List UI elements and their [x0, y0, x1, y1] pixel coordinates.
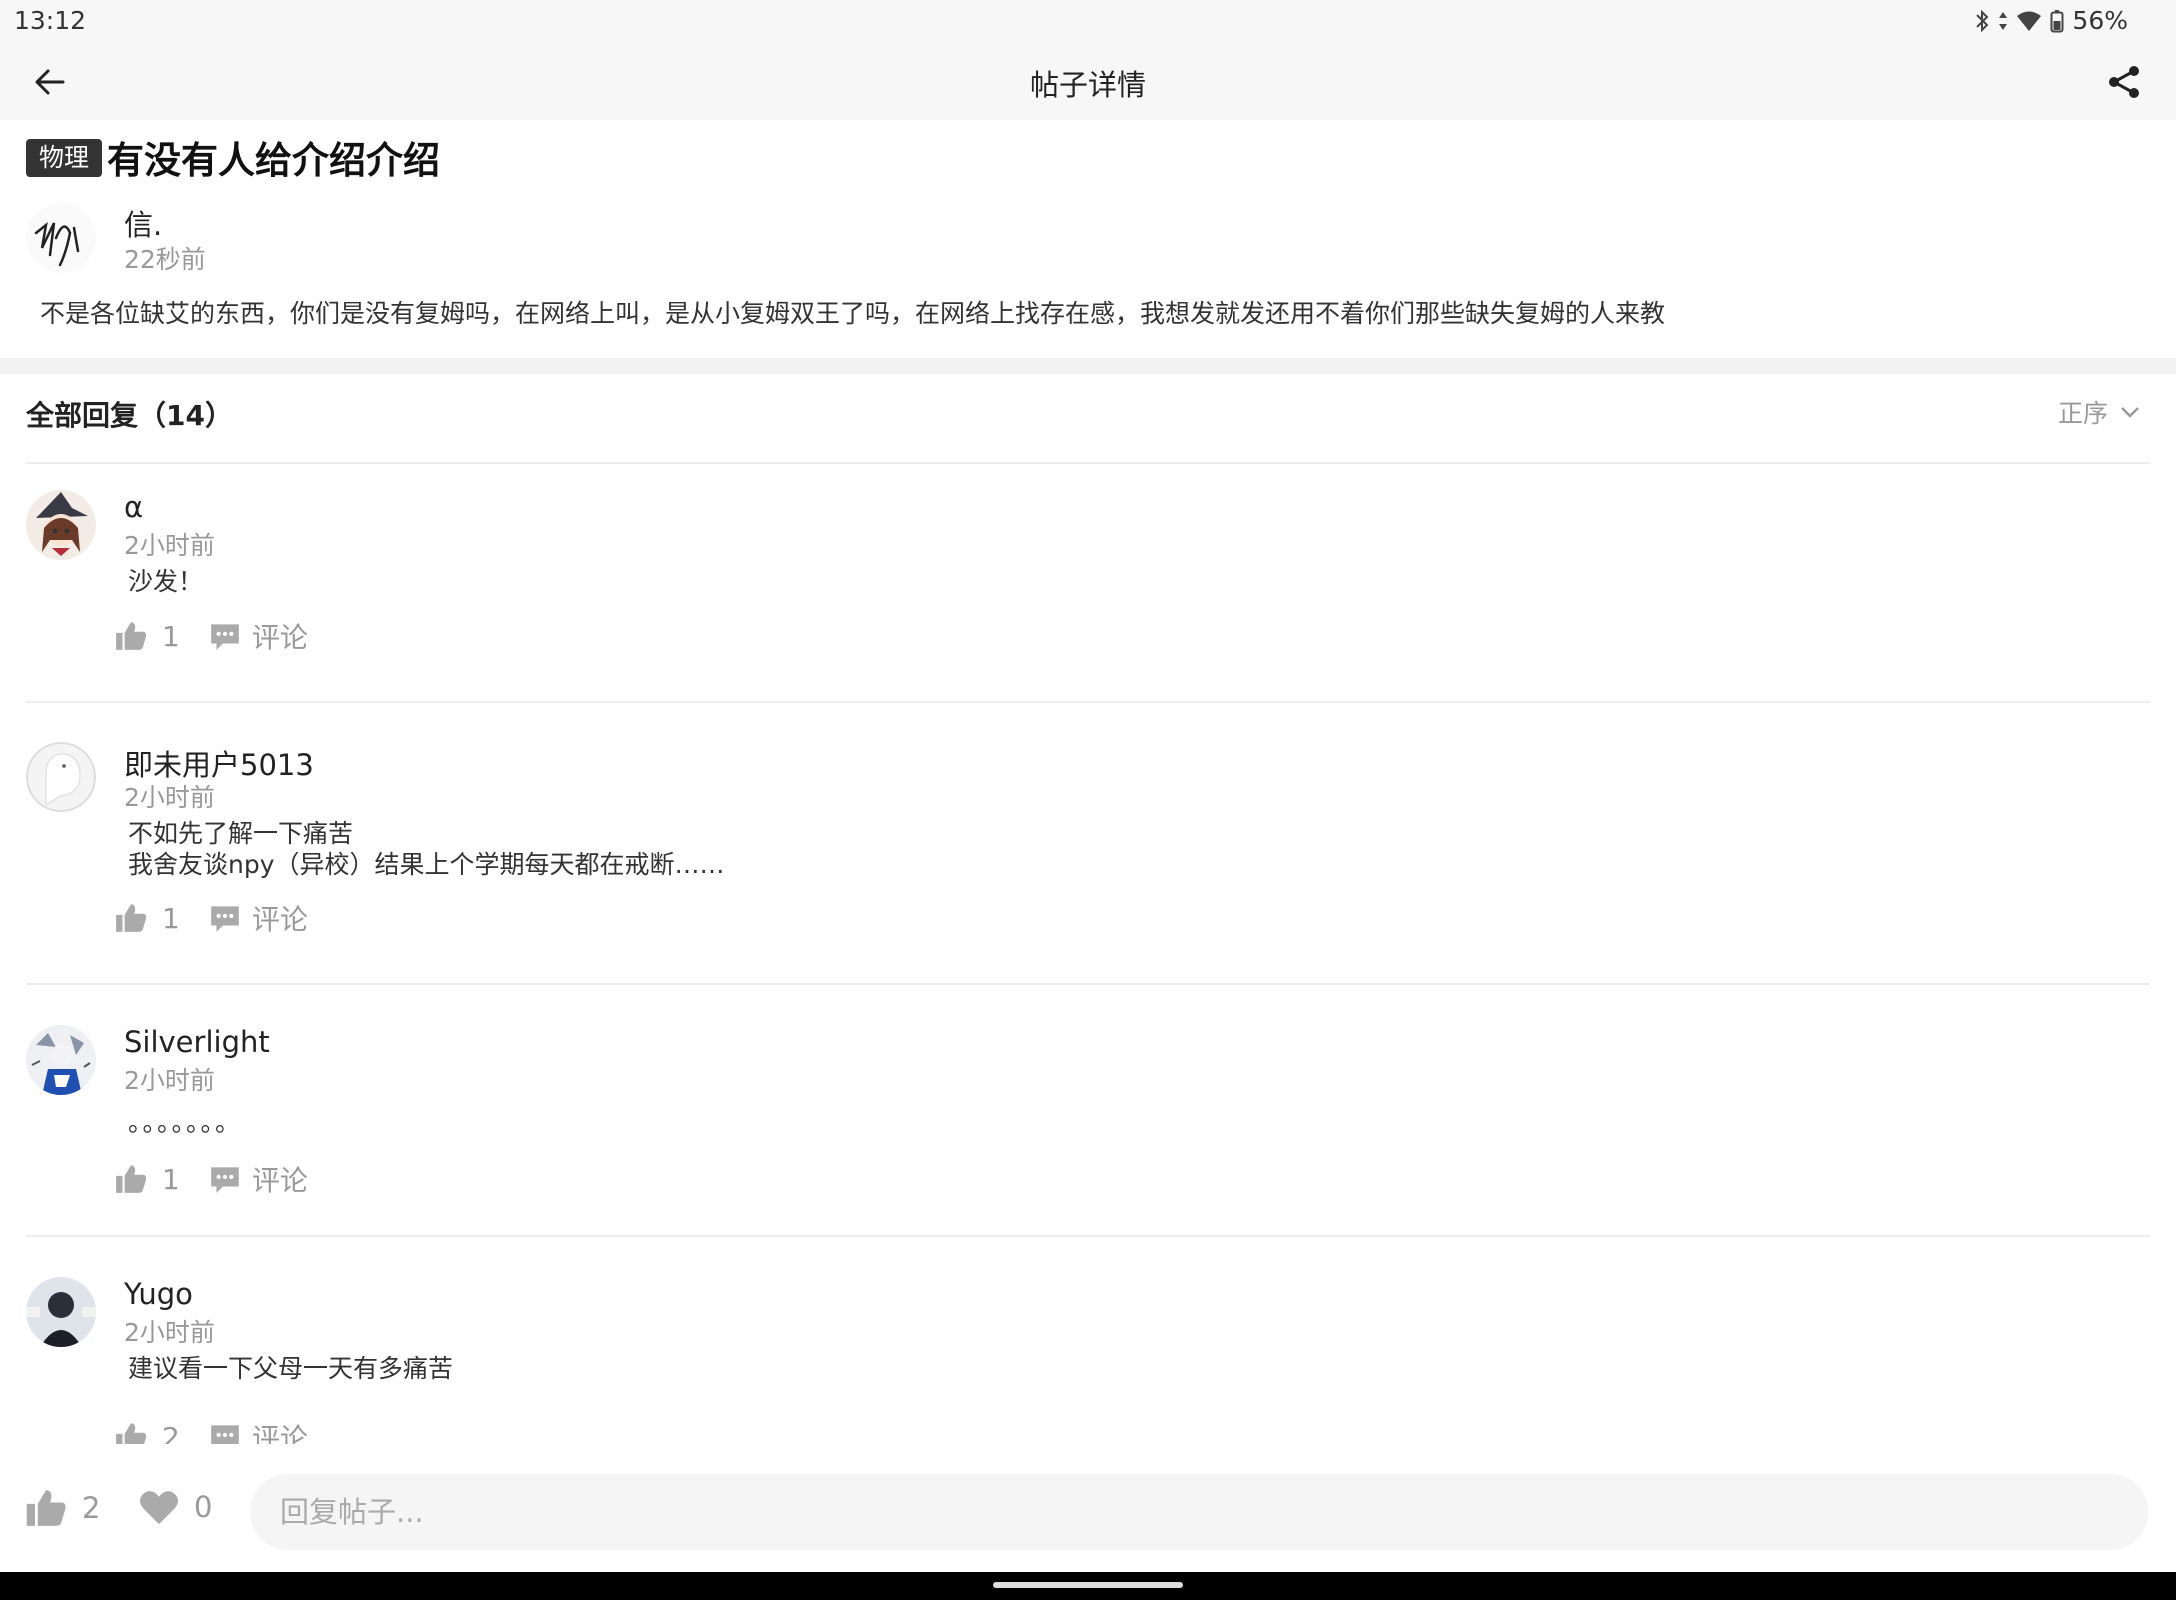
divider [26, 1235, 2150, 1237]
post-favorite-count: 0 [194, 1490, 213, 1524]
comment-label: 评论 [251, 903, 308, 936]
sort-label: 正序 [2057, 399, 2108, 428]
replies-title: 全部回复（14） [26, 399, 233, 432]
app-bar: 帖子详情 [0, 44, 2176, 120]
thumbs-up-icon [116, 1423, 147, 1444]
comment-button[interactable]: 评论 [208, 898, 308, 938]
avatar[interactable] [26, 1277, 96, 1347]
like-button[interactable]: 1 [114, 619, 180, 653]
home-handle[interactable] [993, 1582, 1183, 1588]
comment-icon [211, 1425, 239, 1444]
comment-label: 评论 [251, 1164, 308, 1197]
sort-button[interactable]: 正序 [2058, 394, 2140, 430]
data-arrows-icon [1998, 9, 2008, 33]
topic-tag[interactable]: 物理 [26, 139, 103, 177]
comment-button[interactable]: 评论 [208, 1159, 308, 1199]
post-favorite-button[interactable]: 0 [138, 1486, 212, 1528]
comment-label: 评论 [251, 1422, 308, 1444]
like-button[interactable]: 1 [114, 1162, 180, 1196]
like-count: 2 [162, 1420, 180, 1445]
comment-icon [211, 906, 239, 932]
reply-time: 2小时前 [124, 1318, 215, 1347]
reply-actions: 2 评论 [114, 1417, 308, 1444]
reply-body: 不如先了解一下痛苦 我舍友谈npy（异校）结果上个学期每天都在戒断…… [128, 819, 725, 879]
reply-body: 建议看一下父母一天有多痛苦 [128, 1354, 454, 1383]
reply-list[interactable]: α 2小时前 沙发！ 1 评论 即未用户5013 2小时前 不如先了解一下痛苦 … [0, 462, 2176, 1444]
divider [26, 462, 2150, 464]
battery-percent: 56% [2072, 6, 2128, 35]
battery-icon [2050, 9, 2064, 33]
reply-time: 2小时前 [124, 531, 215, 560]
reply-body: 沙发！ [128, 567, 204, 596]
post: 物理 有没有人给介绍介绍 信. 22秒前 不是各位缺艾的东西，你们是没有复姆吗，… [0, 120, 2176, 358]
replies-header: 全部回复（14） 正序 [0, 374, 2176, 462]
divider [26, 701, 2150, 703]
reply-actions: 1 评论 [114, 898, 308, 938]
thumbs-up-icon [26, 1490, 66, 1526]
system-nav-bar [0, 1572, 2176, 1600]
avatar[interactable] [26, 742, 96, 812]
bluetooth-icon [1974, 9, 1990, 33]
status-time: 13:12 [14, 6, 87, 35]
like-count: 1 [162, 619, 180, 653]
thumbs-up-icon [116, 622, 147, 650]
reply-actions: 1 评论 [114, 1159, 308, 1199]
heart-icon [139, 1491, 179, 1525]
page-title: 帖子详情 [1029, 68, 1146, 102]
reply-author[interactable]: Silverlight [124, 1025, 270, 1059]
comment-button[interactable]: 评论 [208, 1417, 308, 1444]
chevron-down-icon [2121, 407, 2139, 418]
like-count: 1 [162, 1162, 180, 1196]
comment-label: 评论 [251, 621, 308, 654]
reply-time: 2小时前 [124, 1066, 215, 1095]
reply-time: 2小时前 [124, 783, 215, 812]
avatar[interactable] [26, 1025, 96, 1095]
bottom-bar: 2 0 [0, 1444, 2176, 1572]
share-icon [2109, 66, 2139, 98]
thumbs-up-icon [116, 904, 147, 932]
author-avatar[interactable] [26, 203, 96, 273]
avatar[interactable] [26, 490, 96, 560]
wifi-icon [2016, 10, 2042, 32]
share-button[interactable] [2100, 58, 2148, 106]
reply-input[interactable] [250, 1474, 2148, 1550]
post-body: 不是各位缺艾的东西，你们是没有复姆吗，在网络上叫，是从小复姆双王了吗，在网络上找… [40, 299, 1666, 328]
comment-icon [211, 1167, 239, 1193]
post-time: 22秒前 [124, 245, 206, 274]
post-title: 有没有人给介绍介绍 [107, 139, 440, 182]
post-like-button[interactable]: 2 [24, 1486, 100, 1530]
comment-button[interactable]: 评论 [208, 616, 308, 656]
reply-actions: 1 评论 [114, 616, 308, 656]
post-like-count: 2 [82, 1491, 101, 1525]
reply-body: 。。。。。。。 [128, 1108, 243, 1137]
divider [26, 983, 2150, 985]
status-bar: 13:12 56% [0, 0, 2176, 44]
comment-icon [211, 624, 239, 650]
reply-author[interactable]: Yugo [124, 1277, 193, 1311]
like-count: 1 [162, 901, 180, 935]
reply-author[interactable]: α [124, 490, 143, 524]
thumbs-up-icon [116, 1165, 147, 1193]
author-name[interactable]: 信. [124, 202, 162, 244]
section-divider [0, 358, 2176, 374]
like-button[interactable]: 1 [114, 901, 180, 935]
like-button[interactable]: 2 [114, 1420, 180, 1444]
status-icons: 56% [1974, 6, 2128, 35]
